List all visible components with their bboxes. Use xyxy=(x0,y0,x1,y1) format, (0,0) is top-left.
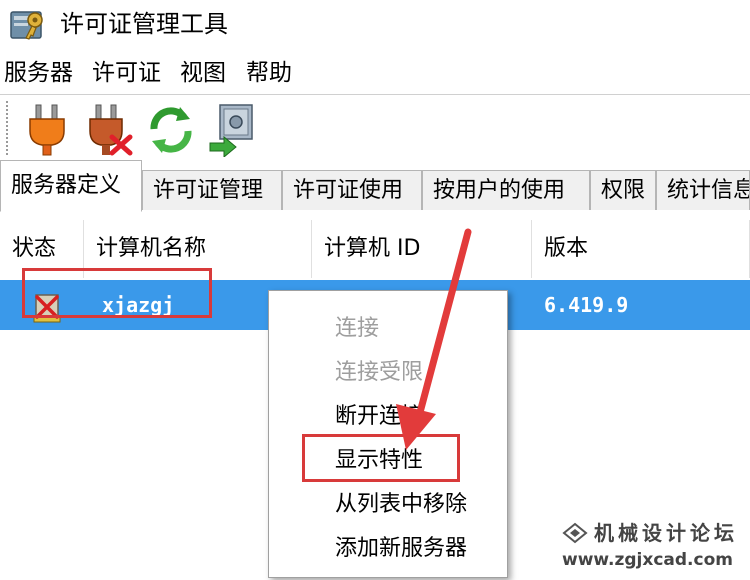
toolbar-grip[interactable] xyxy=(6,101,11,155)
tab-license-management[interactable]: 许可证管理 xyxy=(142,170,282,210)
column-header-computer-id[interactable]: 计算机 ID xyxy=(312,220,532,278)
tab-license-usage[interactable]: 许可证使用 xyxy=(282,170,422,210)
menu-license[interactable]: 许可证 xyxy=(92,56,161,90)
toolbar xyxy=(0,94,750,161)
watermark-url: www.zgjxcad.com xyxy=(562,550,733,570)
show-properties-button[interactable] xyxy=(206,101,256,159)
menu-item-connect[interactable]: 连接 xyxy=(269,307,507,351)
menu-bar: 服务器 许可证 视图 帮助 xyxy=(0,56,750,92)
watermark-title: 机械设计论坛 xyxy=(594,521,738,545)
highlight-box-show-properties xyxy=(302,434,460,482)
plug-disconnect-icon xyxy=(89,104,133,156)
connect-button[interactable] xyxy=(22,101,72,157)
menu-help[interactable]: 帮助 xyxy=(246,56,292,90)
refresh-button[interactable] xyxy=(146,101,196,157)
diamond-logo-icon xyxy=(562,522,588,544)
key-license-app-icon xyxy=(10,11,43,40)
title-bar: 许可证管理工具 xyxy=(0,0,750,48)
tab-server-definition[interactable]: 服务器定义 xyxy=(0,160,142,212)
refresh-icon xyxy=(150,107,192,153)
tab-statistics[interactable]: 统计信息 xyxy=(656,170,750,210)
menu-server[interactable]: 服务器 xyxy=(4,56,73,90)
menu-item-add-new-server[interactable]: 添加新服务器 xyxy=(269,527,507,571)
disconnect-button[interactable] xyxy=(84,101,134,157)
tab-permissions[interactable]: 权限 xyxy=(590,170,656,210)
menu-item-connect-restricted[interactable]: 连接受限 xyxy=(269,351,507,395)
tab-bar: 服务器定义 许可证管理 许可证使用 按用户的使用 权限 统计信息 xyxy=(0,160,750,213)
watermark: 机械设计论坛 www.zgjxcad.com xyxy=(558,520,748,576)
highlight-box-server xyxy=(22,268,212,318)
column-header-version[interactable]: 版本 xyxy=(532,220,750,278)
plug-icon xyxy=(29,104,65,156)
menu-view[interactable]: 视图 xyxy=(180,56,226,90)
version-cell: 6.419.9 xyxy=(544,293,629,317)
window-title: 许可证管理工具 xyxy=(60,10,228,38)
menu-item-disconnect[interactable]: 断开连接 xyxy=(269,395,507,439)
tab-usage-by-user[interactable]: 按用户的使用 xyxy=(422,170,590,210)
safe-export-icon xyxy=(209,104,253,159)
menu-item-remove-from-list[interactable]: 从列表中移除 xyxy=(269,483,507,527)
